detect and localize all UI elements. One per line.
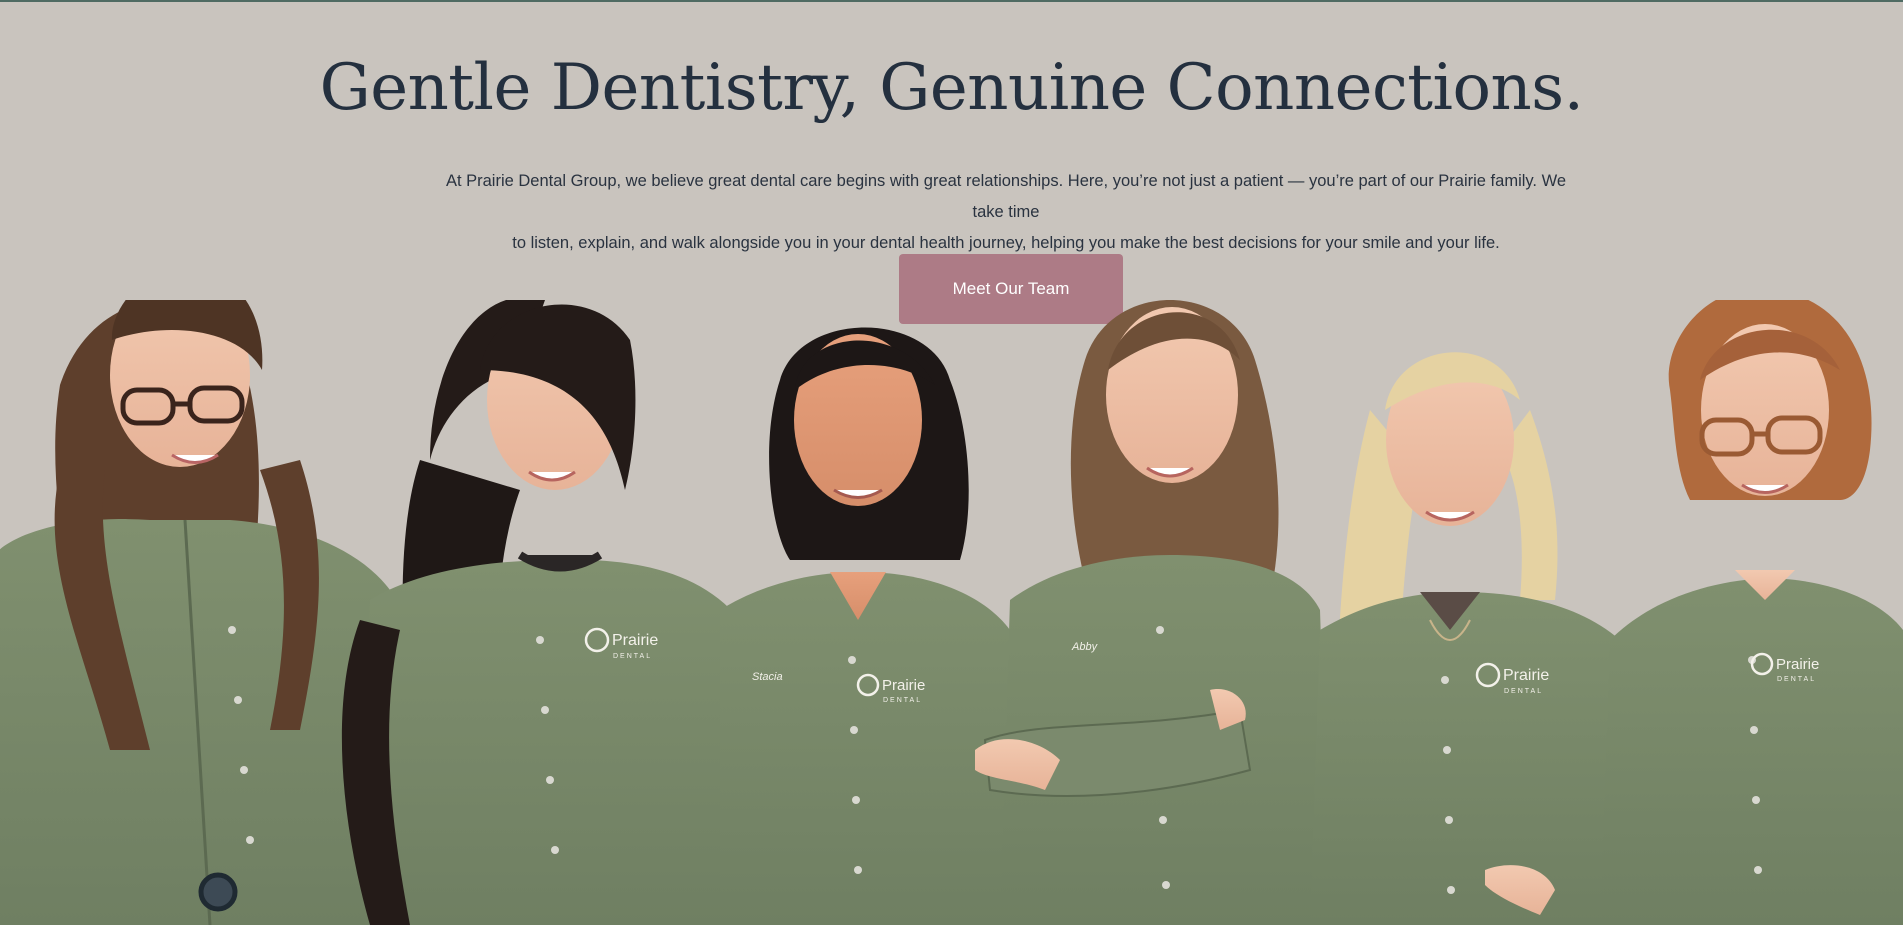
hero-intro-text: At Prairie Dental Group, we believe grea…	[430, 166, 1582, 259]
hero-intro-line-2: to listen, explain, and walk alongside y…	[512, 234, 1500, 252]
svg-text:Prairie: Prairie	[1776, 656, 1819, 673]
svg-text:Prairie: Prairie	[882, 677, 925, 694]
svg-text:DENTAL: DENTAL	[883, 697, 922, 704]
name-tag-abby: Abby	[1071, 641, 1099, 653]
team-member-3: Stacia Prairie DENTAL	[720, 327, 1030, 925]
team-member-4: Abby	[975, 300, 1330, 925]
hero-section: Gentle Dentistry, Genuine Connections. A…	[0, 0, 1903, 925]
team-member-2: Prairie DENTAL	[341, 300, 750, 925]
team-member-5: Prairie DENTAL	[1310, 352, 1640, 925]
hero-intro-line-1: At Prairie Dental Group, we believe grea…	[445, 172, 1567, 221]
hero-headline: Gentle Dentistry, Genuine Connections.	[319, 51, 1584, 125]
team-photo-illustration: Prairie DENTAL Stacia Prairie DENTAL Abb…	[0, 300, 1903, 925]
name-tag-stacia: Stacia	[752, 671, 783, 683]
svg-text:DENTAL: DENTAL	[613, 653, 652, 660]
svg-text:DENTAL: DENTAL	[1504, 688, 1543, 695]
svg-text:DENTAL: DENTAL	[1777, 676, 1816, 683]
team-member-6: Prairie DENTAL	[1600, 300, 1903, 925]
prairie-logo-text: Prairie	[612, 632, 658, 649]
svg-text:Prairie: Prairie	[1503, 667, 1549, 684]
team-photo: Prairie DENTAL Stacia Prairie DENTAL Abb…	[0, 300, 1903, 925]
